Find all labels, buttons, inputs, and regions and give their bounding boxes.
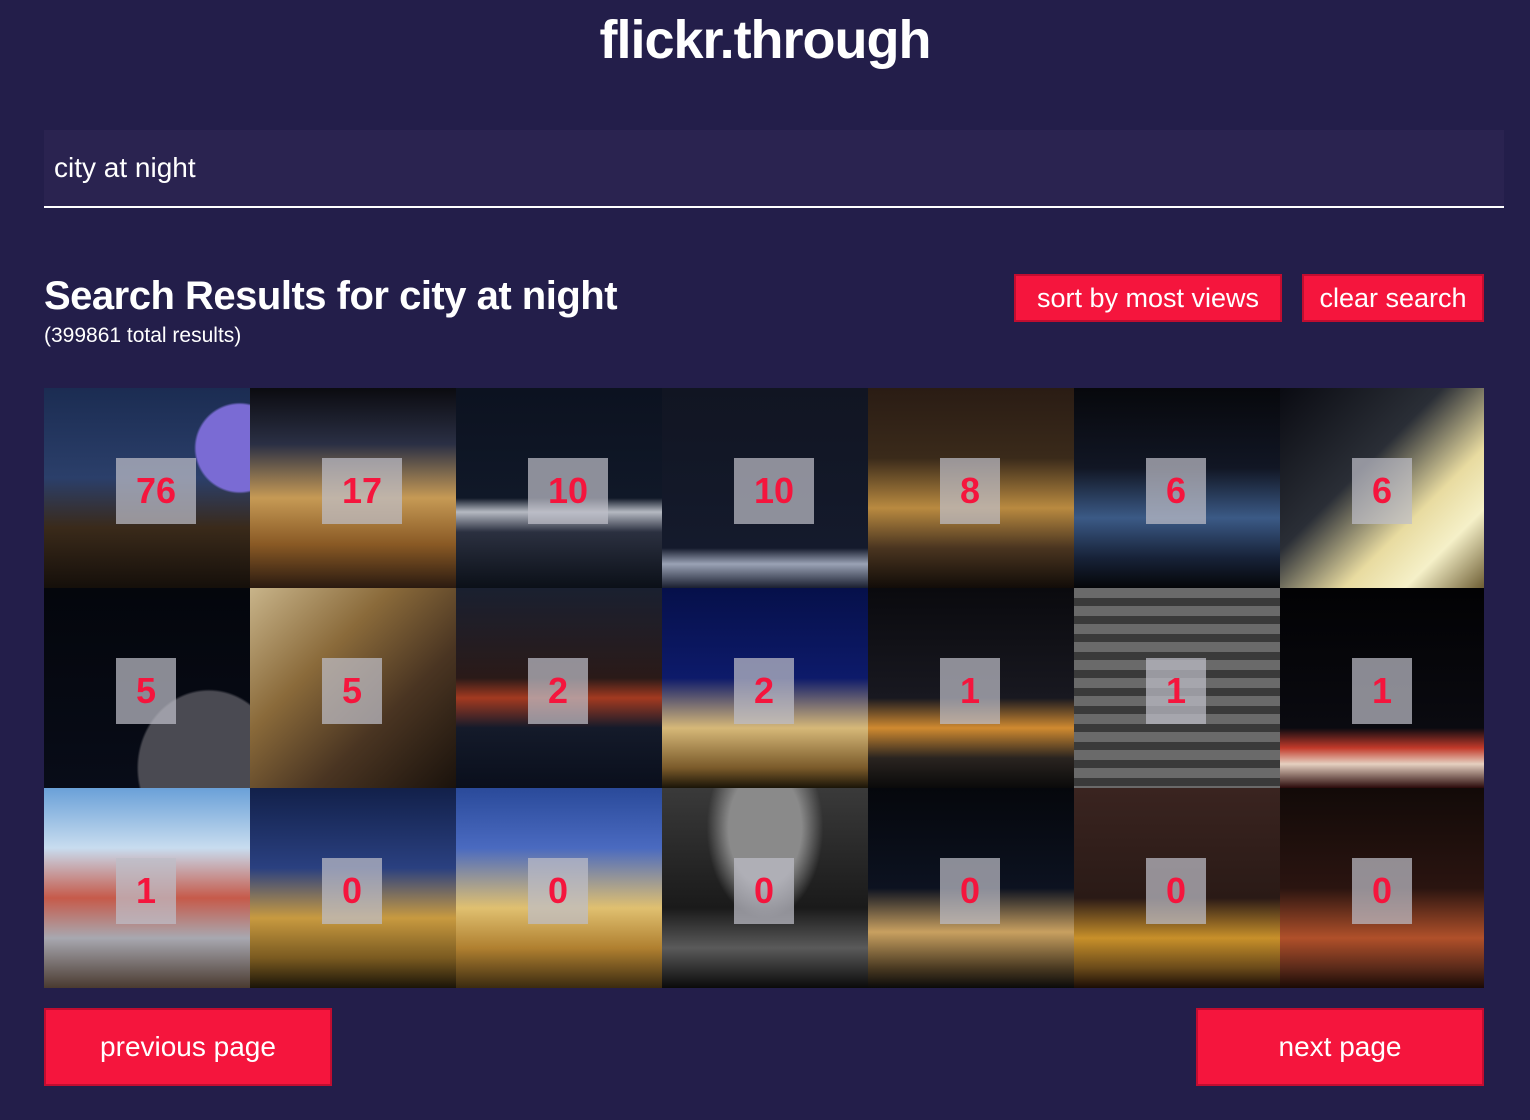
search-input[interactable] bbox=[44, 130, 1504, 206]
view-count-badge: 2 bbox=[528, 658, 588, 724]
search-box bbox=[44, 130, 1504, 208]
view-count-badge: 6 bbox=[1146, 458, 1206, 524]
photo-thumbnail[interactable]: 2 bbox=[662, 588, 868, 788]
photo-thumbnail[interactable]: 2 bbox=[456, 588, 662, 788]
photo-thumbnail[interactable]: 6 bbox=[1074, 388, 1280, 588]
photo-thumbnail[interactable]: 76 bbox=[44, 388, 250, 588]
view-count-badge: 0 bbox=[1352, 858, 1412, 924]
sort-by-views-button[interactable]: sort by most views bbox=[1014, 274, 1282, 322]
photo-thumbnail[interactable]: 1 bbox=[1280, 588, 1484, 788]
photo-thumbnail[interactable]: 5 bbox=[44, 588, 250, 788]
view-count-badge: 0 bbox=[940, 858, 1000, 924]
photo-thumbnail[interactable]: 10 bbox=[662, 388, 868, 588]
photo-thumbnail[interactable]: 5 bbox=[250, 588, 456, 788]
results-title: Search Results for city at night bbox=[44, 274, 618, 318]
view-count-badge: 6 bbox=[1352, 458, 1412, 524]
view-count-badge: 10 bbox=[734, 458, 814, 524]
view-count-badge: 5 bbox=[116, 658, 176, 724]
photo-thumbnail[interactable]: 1 bbox=[44, 788, 250, 988]
clear-search-button[interactable]: clear search bbox=[1302, 274, 1484, 322]
view-count-badge: 5 bbox=[322, 658, 382, 724]
photo-thumbnail[interactable]: 0 bbox=[456, 788, 662, 988]
view-count-badge: 10 bbox=[528, 458, 608, 524]
app-title: flickr.through bbox=[599, 10, 931, 70]
view-count-badge: 76 bbox=[116, 458, 196, 524]
photo-thumbnail[interactable]: 0 bbox=[1074, 788, 1280, 988]
photo-thumbnail[interactable]: 17 bbox=[250, 388, 456, 588]
photo-thumbnail[interactable]: 1 bbox=[868, 588, 1074, 788]
photo-thumbnail[interactable]: 0 bbox=[1280, 788, 1484, 988]
view-count-badge: 2 bbox=[734, 658, 794, 724]
results-count: (399861 total results) bbox=[44, 324, 242, 347]
photo-thumbnail[interactable]: 0 bbox=[250, 788, 456, 988]
next-page-button[interactable]: next page bbox=[1196, 1008, 1484, 1086]
view-count-badge: 17 bbox=[322, 458, 402, 524]
view-count-badge: 0 bbox=[322, 858, 382, 924]
photo-grid: 76 17 10 10 8 6 6 5 5 2 2 1 1 1 1 0 0 0 … bbox=[44, 388, 1484, 988]
photo-thumbnail[interactable]: 8 bbox=[868, 388, 1074, 588]
view-count-badge: 8 bbox=[940, 458, 1000, 524]
photo-thumbnail[interactable]: 0 bbox=[868, 788, 1074, 988]
view-count-badge: 1 bbox=[940, 658, 1000, 724]
photo-thumbnail[interactable]: 1 bbox=[1074, 588, 1280, 788]
view-count-badge: 0 bbox=[528, 858, 588, 924]
view-count-badge: 0 bbox=[1146, 858, 1206, 924]
photo-thumbnail[interactable]: 6 bbox=[1280, 388, 1484, 588]
photo-thumbnail[interactable]: 10 bbox=[456, 388, 662, 588]
view-count-badge: 0 bbox=[734, 858, 794, 924]
view-count-badge: 1 bbox=[116, 858, 176, 924]
view-count-badge: 1 bbox=[1352, 658, 1412, 724]
view-count-badge: 1 bbox=[1146, 658, 1206, 724]
photo-thumbnail[interactable]: 0 bbox=[662, 788, 868, 988]
previous-page-button[interactable]: previous page bbox=[44, 1008, 332, 1086]
